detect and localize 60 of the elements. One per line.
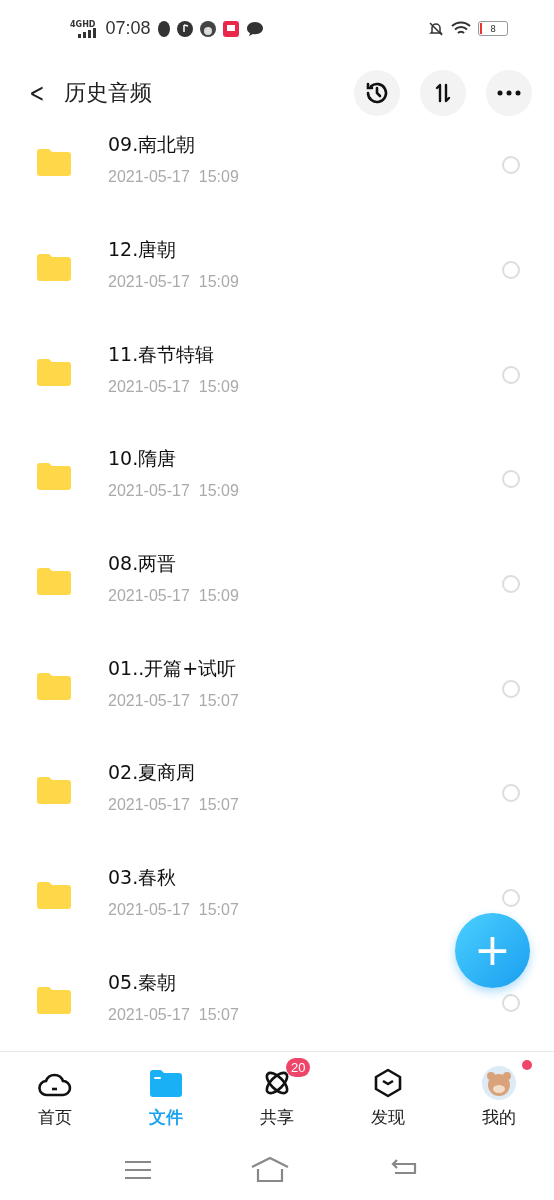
count-badge: 20 <box>286 1058 311 1078</box>
folder-icon <box>37 881 71 910</box>
folder-icon <box>37 567 71 595</box>
folder-icon <box>37 148 71 177</box>
select-checkbox[interactable] <box>502 260 520 279</box>
avatar-icon <box>481 1066 516 1101</box>
select-checkbox[interactable] <box>502 365 520 384</box>
folder-name: 10.隋唐 <box>108 446 178 472</box>
folder-icon <box>37 776 71 805</box>
folder-date: 2021-05-17 15:07 <box>108 691 240 710</box>
network-label: 4GHD <box>70 20 96 29</box>
penguin-icon <box>157 20 170 37</box>
folder-icon <box>37 357 71 386</box>
select-checkbox[interactable] <box>502 470 520 489</box>
folder-icon <box>37 985 71 1014</box>
nav-tab[interactable]: 发现 <box>332 1052 444 1141</box>
folder-icon <box>37 671 71 700</box>
folder-date: 2021-05-17 15:09 <box>108 168 240 187</box>
music-note-icon <box>176 20 193 37</box>
folder-name: 09.南北朝 <box>108 132 197 158</box>
folder-name: 11.春节特辑 <box>108 341 216 367</box>
select-checkbox[interactable] <box>502 889 520 908</box>
nav-tab[interactable]: 首页 <box>0 1052 111 1141</box>
folder-name: 01..开篇+试听 <box>108 655 238 681</box>
folder-name: 05.秦朝 <box>108 969 178 995</box>
select-checkbox[interactable] <box>502 784 520 803</box>
page-title: 历史音频 <box>63 78 152 107</box>
chat-icon <box>245 20 264 37</box>
history-button[interactable] <box>354 69 400 116</box>
folder-name: 08.两晋 <box>108 551 178 576</box>
more-button[interactable] <box>486 69 532 116</box>
select-checkbox[interactable] <box>502 993 520 1012</box>
folder-date: 2021-05-17 15:09 <box>108 377 240 396</box>
select-checkbox[interactable] <box>502 575 520 593</box>
battery-percent: 8 <box>490 23 496 34</box>
folder-icon <box>37 252 71 281</box>
home-icon[interactable] <box>251 1157 289 1183</box>
folder-date: 2021-05-17 15:09 <box>108 587 240 605</box>
nav-tab[interactable]: 20 共享 <box>221 1052 333 1141</box>
folder-date: 2021-05-17 15:09 <box>108 272 240 291</box>
back-button[interactable]: < <box>26 77 48 108</box>
folder-name: 12.唐朝 <box>108 236 178 262</box>
sort-button[interactable] <box>420 69 466 116</box>
folder-date: 2021-05-17 15:07 <box>108 796 240 815</box>
cube-icon <box>373 1068 402 1099</box>
folder-name: 03.春秋 <box>108 865 178 891</box>
folder-date: 2021-05-17 15:09 <box>108 482 240 501</box>
more-icon <box>497 89 521 96</box>
folder-name: 02.夏商周 <box>108 760 197 786</box>
menu-icon[interactable] <box>125 1160 151 1180</box>
select-checkbox[interactable] <box>502 156 520 175</box>
signal-icon <box>78 27 97 38</box>
folder-date: 2021-05-17 15:07 <box>108 901 240 920</box>
clock: 07:08 <box>105 18 151 40</box>
nav-tab[interactable]: 我的 <box>443 1052 554 1141</box>
bell-off-icon <box>428 20 444 37</box>
folder-icon <box>150 1069 183 1098</box>
select-checkbox[interactable] <box>502 679 520 698</box>
folder-icon <box>37 462 71 491</box>
folder-date: 2021-05-17 15:07 <box>108 1005 240 1024</box>
